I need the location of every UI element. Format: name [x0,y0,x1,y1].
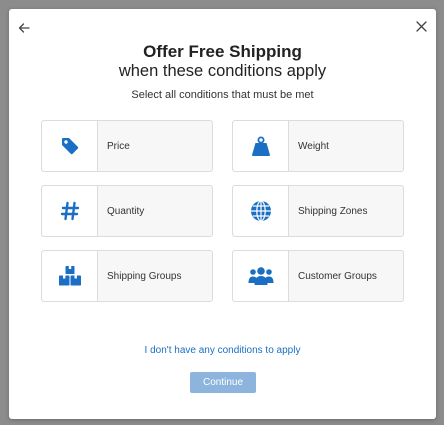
condition-label: Weight [298,140,329,152]
price-tag-icon [61,138,78,155]
continue-button[interactable]: Continue [190,372,256,393]
condition-icon-box [42,186,98,236]
condition-card-customer-groups[interactable]: Customer Groups [232,250,404,302]
condition-label: Price [107,140,130,152]
weight-icon [251,136,270,156]
globe-icon [250,200,271,222]
condition-card-shipping-groups[interactable]: Shipping Groups [41,250,213,302]
condition-label: Quantity [107,205,145,217]
condition-icon-box [233,121,289,171]
condition-card-quantity[interactable]: Quantity [41,185,213,237]
free-shipping-modal: Offer Free Shipping when these condition… [9,9,436,419]
condition-icon-box [233,251,289,301]
condition-icon-box [42,251,98,301]
condition-card-price[interactable]: Price [41,120,213,172]
modal-title: Offer Free Shipping [143,42,302,61]
no-conditions-link[interactable]: I don't have any conditions to apply [9,345,436,356]
hash-icon [60,201,79,221]
back-button[interactable] [13,17,35,39]
condition-icon-box [42,121,98,171]
modal-subtitle: when these conditions apply [118,62,327,80]
condition-label: Shipping Zones [298,205,368,217]
condition-label: Customer Groups [298,270,377,282]
arrow-left-icon [18,23,30,33]
condition-label: Shipping Groups [107,270,182,282]
condition-card-shipping-zones[interactable]: Shipping Zones [232,185,404,237]
close-icon [415,20,427,32]
close-button[interactable] [410,15,432,37]
users-icon [248,267,273,285]
condition-icon-box [233,186,289,236]
condition-card-weight[interactable]: Weight [232,120,404,172]
modal-instruction: Select all conditions that must be met [131,89,314,101]
boxes-icon [58,266,81,286]
